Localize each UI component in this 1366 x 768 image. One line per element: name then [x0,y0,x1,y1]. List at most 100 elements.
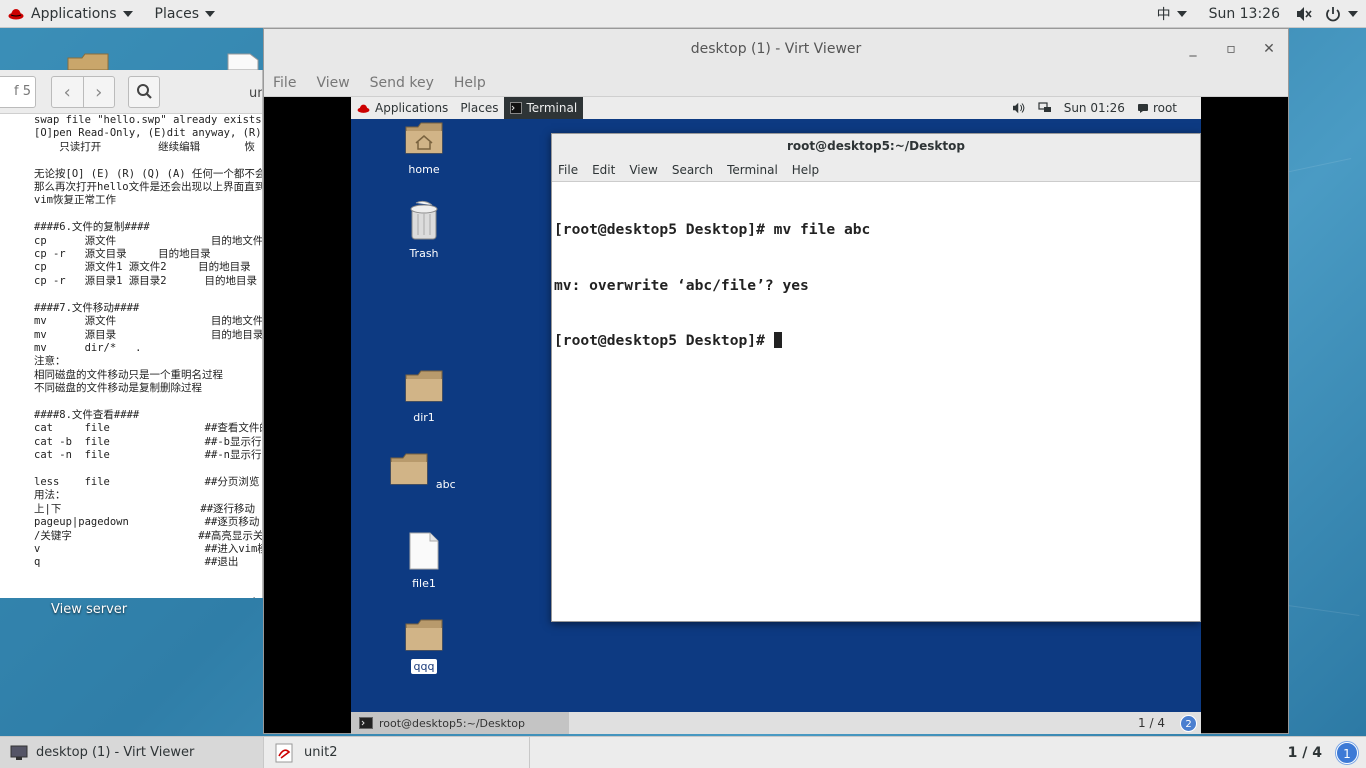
guest-workspace-pager[interactable]: 1 / 4 [1138,716,1165,730]
document-line: mv 源文件 目的地文件 [34,315,263,328]
window-title: desktop (1) - Virt Viewer [690,41,862,57]
guest-taskbar-terminal[interactable]: root@desktop5:~/Desktop [351,712,569,734]
document-line: mv dir/* . [34,341,142,354]
workspace-pager[interactable]: 1 / 4 [1288,745,1322,761]
home-folder-icon [405,122,443,154]
document-line: ####6.文件的复制#### [34,221,150,234]
document-line: 相同磁盘的文件移动只是一个重明名过程 [34,368,223,381]
terminal-menu-terminal[interactable]: Terminal [727,163,778,177]
desktop-icon-dir1[interactable]: dir1 [389,365,459,425]
host-top-panel: Applications Places 中 Sun 13:26 [0,0,1366,28]
applications-menu[interactable]: Applications [0,0,141,28]
taskbar-label: unit2 [304,745,338,760]
desktop-icon-abc[interactable]: abc [389,448,459,492]
volume-icon [1297,7,1312,21]
page-navigation: ‹ › [51,76,115,108]
guest-places-label: Places [460,101,499,115]
document-toolbar: f 5 ‹ › un [0,70,262,114]
terminal-icon [510,102,523,114]
window-titlebar[interactable]: desktop (1) - Virt Viewer _ ▫ ✕ [264,29,1288,69]
search-button[interactable] [128,76,160,108]
icon-label: qqq [410,659,438,674]
terminal-menubar: File Edit View Search Terminal Help [552,158,1200,182]
terminal-menu-view[interactable]: View [629,163,657,177]
document-line: cat file ##查看文件的全 [34,422,263,435]
terminal-menu-file[interactable]: File [558,163,578,177]
terminal-window: root@desktop5:~/Desktop File Edit View S… [551,133,1201,622]
desktop-icon-qqq[interactable]: qqq [389,614,459,674]
taskbar-virt-viewer[interactable]: desktop (1) - Virt Viewer [0,736,264,768]
terminal-line: [root@desktop5 Desktop]# mv file abc [554,221,871,238]
guest-top-panel: Applications Places Terminal Sun 01:26 r… [351,97,1201,119]
document-line: cat -b file ##-b显示行号不 [34,435,263,448]
places-menu[interactable]: Places [147,0,224,28]
system-menu[interactable] [1288,0,1366,28]
document-line: mv 源目录 目的地目录 [34,328,263,341]
terminal-menu-edit[interactable]: Edit [592,163,615,177]
menu-view[interactable]: View [316,75,349,91]
icon-label: home [408,163,440,176]
chevron-down-icon [122,10,133,17]
notification-badge[interactable]: 1 [1336,742,1358,764]
icon-label: Trash [409,247,439,260]
folder-icon [390,453,428,485]
guest-notification-badge[interactable]: 2 [1180,715,1197,732]
guest-user-menu[interactable]: root [1137,101,1189,115]
document-line: cp 源文件1 源文件2 目的地目录 [34,261,251,274]
guest-clock[interactable]: Sun 01:26 [1064,101,1125,115]
page-number-field[interactable]: f 5 [0,76,36,108]
document-line: cp 源文件 目的地文件 [34,234,263,247]
menu-send-key[interactable]: Send key [370,75,434,91]
terminal-title[interactable]: root@desktop5:~/Desktop [552,134,1200,158]
desktop-icon-home[interactable]: home [389,117,459,177]
guest-terminal-tab[interactable]: Terminal [504,97,584,119]
document-line: cat -n file ##-n显示行号包 [34,449,263,462]
document-line: 那么再次打开hello文件是还会出现以上界面直到 [34,181,263,194]
host-taskbar: desktop (1) - Virt Viewer unit2 1 / 4 1 [0,736,1366,768]
guest-applications-label: Applications [375,101,449,115]
document-line: 注意： [34,355,66,368]
menu-help[interactable]: Help [454,75,486,91]
taskbar-label: desktop (1) - Virt Viewer [36,745,195,760]
terminal-line: mv: overwrite ‘abc/file’? yes [554,276,809,294]
document-line: [O]pen Read-Only, (E)dit anyway, (R) [34,127,262,140]
close-button[interactable]: ✕ [1250,41,1288,57]
previous-page-button[interactable]: ‹ [52,77,84,107]
next-page-button[interactable]: › [84,77,115,107]
menu-file[interactable]: File [273,75,296,91]
guest-applications-menu[interactable]: Applications [351,97,454,119]
document-line: v ##进入vim模式 [34,543,263,555]
terminal-menu-search[interactable]: Search [672,163,713,177]
search-icon [137,84,152,99]
document-line: pageup|pagedown ##逐页移动 [34,516,260,529]
guest-network-icon[interactable] [1038,102,1052,114]
guest-task-label: root@desktop5:~/Desktop [379,716,525,730]
desktop-icon-trash[interactable]: Trash [389,199,459,261]
input-method-menu[interactable]: 中 [1149,0,1195,28]
guest-display[interactable]: Applications Places Terminal Sun 01:26 r… [351,97,1201,734]
guest-volume-icon[interactable] [1012,102,1026,114]
places-label: Places [154,5,200,22]
document-line: less file ##分页浏览 [34,475,260,488]
guest-user-label: root [1152,101,1177,115]
terminal-menu-help[interactable]: Help [792,163,819,177]
minimize-button[interactable]: _ [1174,41,1212,57]
desktop-icon-file1[interactable]: file1 [389,531,459,591]
chevron-down-icon [1176,11,1187,17]
document-viewer-icon [275,743,293,762]
clock-label: Sun 13:26 [1208,6,1280,22]
menubar: File View Send key Help [264,69,1288,97]
document-line: cp -r 源目录1 源目录2 目的地目录 [34,274,257,287]
maximize-button[interactable]: ▫ [1212,41,1250,57]
tab-peek-label: un [249,86,262,101]
guest-taskbar: root@desktop5:~/Desktop 1 / 4 2 [351,712,1201,734]
taskbar-unit2[interactable]: unit2 [264,736,530,768]
clock[interactable]: Sun 13:26 [1201,0,1288,28]
document-line: swap file "hello.swp" already exists [34,114,262,126]
guest-places-menu[interactable]: Places [454,97,504,119]
terminal-output[interactable]: [root@desktop5 Desktop]# mv file abc mv:… [552,182,1200,390]
